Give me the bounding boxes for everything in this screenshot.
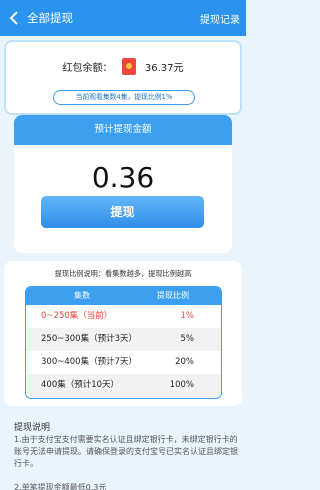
notes-title: 提现说明: [14, 423, 51, 433]
row-episodes: 0~250集（当前）: [41, 311, 113, 321]
withdraw-card: 预计提现金额 0.36 提现: [14, 115, 232, 253]
page-title: 全部提现: [27, 11, 73, 25]
col-episodes: 集数: [74, 291, 90, 300]
table-row: 300~400集（预计7天） 20%: [26, 351, 221, 374]
row-ratio: 100%: [169, 380, 194, 390]
withdraw-button[interactable]: 提现: [41, 196, 204, 228]
watch-status-badge: 当前观看集数4集，提现比例1%: [53, 90, 195, 105]
row-episodes: 300~400集（预计7天）: [41, 357, 137, 367]
notes-item-2: 2.单笔提现金额最低0.3元: [14, 483, 107, 490]
balance-label: 红包余额：: [62, 63, 113, 74]
withdraw-heading: 预计提现金额: [14, 115, 232, 145]
balance-value: 36.37元: [144, 63, 184, 74]
row-episodes: 250~300集（预计3天）: [41, 334, 137, 344]
table-header: 集数 提现比例: [26, 287, 221, 305]
table-row: 0~250集（当前） 1%: [26, 305, 221, 328]
ratio-table: 集数 提现比例 0~250集（当前） 1% 250~300集（预计3天） 5% …: [25, 286, 222, 399]
table-row: 400集（预计10天） 100%: [26, 374, 221, 397]
back-arrow-icon[interactable]: [7, 9, 21, 27]
red-packet-icon: [121, 58, 136, 75]
notes-item-1: 1.由于支付宝支付需要实名认证且绑定银行卡，未绑定银行卡的账号无法申请提现。请确…: [14, 435, 238, 468]
balance-card: 红包余额： 36.37元 当前观看集数4集，提现比例1%: [4, 40, 242, 115]
row-ratio: 1%: [180, 311, 195, 321]
table-row: 250~300集（预计3天） 5%: [26, 328, 221, 351]
row-ratio: 5%: [180, 334, 195, 344]
ratio-note: 提现比例说明：看集数越多，提现比例越高: [54, 269, 192, 278]
withdraw-record-link[interactable]: 提现记录: [200, 11, 240, 26]
row-ratio: 20%: [175, 357, 194, 367]
row-episodes: 400集（预计10天）: [41, 380, 120, 390]
balance-row: 红包余额： 36.37元: [6, 58, 240, 78]
ratio-card: 提现比例说明：看集数越多，提现比例越高 集数 提现比例 0~250集（当前） 1…: [4, 261, 242, 406]
top-bar: 全部提现 提现记录: [0, 0, 246, 36]
withdraw-amount: 0.36: [91, 161, 155, 194]
col-ratio: 提现比例: [157, 291, 189, 300]
